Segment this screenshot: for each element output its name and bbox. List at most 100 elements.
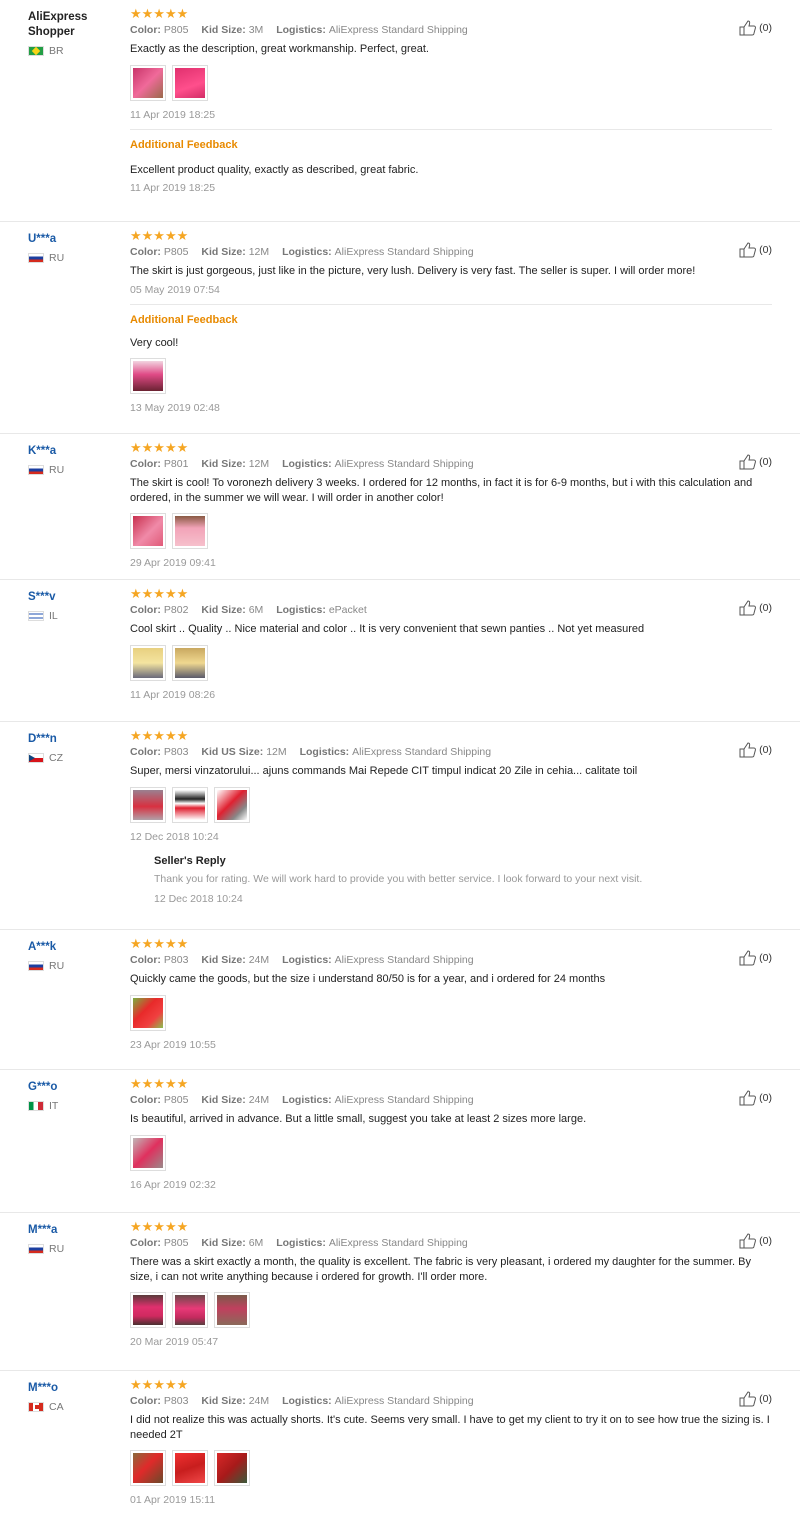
review-photo[interactable] (214, 1292, 250, 1328)
helpful-count: (0) (759, 1235, 772, 1247)
feedback-photos (130, 358, 772, 394)
review-item: AliExpress Shopper BR ★★★★★ Color: P805 K… (0, 0, 800, 222)
review-text: Is beautiful, arrived in advance. But a … (130, 1113, 587, 1125)
review-photo[interactable] (172, 64, 208, 101)
review-item: S***v IL ★★★★★ Color: P802 Kid Size: 6M Lo… (0, 580, 800, 722)
reviewer-country: BR (28, 45, 123, 57)
additional-feedback-title: Additional Feedback (130, 138, 238, 151)
reviewer-country: RU (28, 1243, 123, 1255)
size-label: Kid Size: (201, 604, 246, 616)
review-photo[interactable] (172, 513, 208, 549)
review-photo[interactable] (130, 786, 166, 823)
helpful-button[interactable]: (0) (739, 950, 772, 966)
helpful-button[interactable]: (0) (739, 600, 772, 616)
reviewer-name: M***a (28, 1224, 58, 1236)
size-value: 12M (266, 746, 287, 758)
reviewer-country: RU (28, 464, 123, 476)
reviewer-country: IT (28, 1100, 123, 1112)
size-label: Kid Size: (201, 1094, 246, 1106)
review-photo[interactable] (172, 1292, 208, 1328)
helpful-button[interactable]: (0) (739, 742, 772, 758)
additional-feedback-date: 11 Apr 2019 18:25 (130, 182, 216, 194)
reviewer-name: U***a (28, 233, 57, 245)
review-photo[interactable] (172, 1450, 208, 1486)
review-photo[interactable] (172, 644, 208, 681)
review-item: D***n CZ ★★★★★ Color: P803 Kid US Size: 12… (0, 722, 800, 930)
logistics-value: AliExpress Standard Shipping (352, 746, 492, 758)
helpful-button[interactable]: (0) (739, 242, 772, 258)
review-photo[interactable] (172, 786, 208, 823)
review-item: M***a RU ★★★★★ Color: P805 Kid Size: 6M Lo… (0, 1213, 800, 1371)
review-attributes: Color: P805 Kid Size: 3M Logistics: AliExpr… (130, 24, 772, 36)
logistics-label: Logistics: (282, 246, 332, 258)
star-rating: ★★★★★ (130, 728, 189, 743)
review-text: Quickly came the goods, but the size i u… (130, 973, 606, 985)
size-value: 12M (248, 246, 270, 258)
color-label: Color: (130, 746, 161, 758)
reviewer-info: A***k RU (28, 940, 123, 972)
review-date: 12 Dec 2018 10:24 (130, 830, 219, 843)
review-attributes: Color: P805 Kid Size: 6M Logistics: AliExpr… (130, 1237, 772, 1249)
reviewer-name: G***o (28, 1081, 58, 1093)
country-code: BR (49, 45, 64, 57)
review-photo[interactable] (130, 513, 166, 549)
size-value: 24M (248, 954, 270, 966)
review-date: 29 Apr 2019 09:41 (130, 557, 216, 569)
review-date: 01 Apr 2019 15:11 (130, 1494, 216, 1506)
color-value: P801 (163, 458, 189, 470)
helpful-count: (0) (759, 244, 772, 256)
reviewer-info: G***o IT (28, 1080, 123, 1112)
color-value: P805 (163, 1094, 189, 1106)
country-code: CZ (49, 752, 63, 764)
country-code: IL (49, 610, 58, 622)
review-photo[interactable] (130, 358, 166, 394)
review-photo[interactable] (130, 994, 166, 1031)
reviewer-country: CA (28, 1401, 123, 1413)
star-rating: ★★★★★ (130, 228, 189, 243)
logistics-label: Logistics: (282, 458, 332, 470)
thumbs-up-icon (739, 20, 757, 36)
review-photos (130, 644, 772, 681)
helpful-count: (0) (759, 602, 772, 614)
reviewer-name: A***k (28, 941, 57, 953)
reviewer-name: D***n (28, 733, 57, 745)
helpful-button[interactable]: (0) (739, 1391, 772, 1407)
review-item: U***a RU ★★★★★ Color: P805 Kid Size: 12M L… (0, 222, 800, 434)
helpful-button[interactable]: (0) (739, 20, 772, 36)
review-photos (130, 513, 772, 549)
review-attributes: Color: P803 Kid Size: 24M Logistics: AliExp… (130, 1395, 772, 1407)
review-photo[interactable] (130, 1292, 166, 1328)
size-value: 3M (248, 24, 264, 36)
flag-ru-icon (28, 465, 44, 475)
logistics-label: Logistics: (276, 24, 326, 36)
review-photos (130, 64, 772, 101)
review-photos (130, 786, 772, 823)
review-attributes: Color: P802 Kid Size: 6M Logistics: ePacket (130, 604, 772, 616)
review-photo[interactable] (214, 786, 250, 823)
review-photo[interactable] (130, 1134, 166, 1171)
helpful-count: (0) (759, 1393, 772, 1405)
color-label: Color: (130, 458, 161, 470)
reviewer-info: D***n CZ (28, 732, 123, 764)
color-value: P803 (163, 746, 189, 758)
color-label: Color: (130, 1395, 161, 1407)
review-text: Exactly as the description, great workma… (130, 43, 429, 55)
color-value: P802 (163, 604, 189, 616)
helpful-count: (0) (759, 1092, 772, 1104)
review-attributes: Color: P805 Kid Size: 12M Logistics: AliExp… (130, 246, 772, 258)
reviewer-name: K***a (28, 445, 57, 457)
helpful-button[interactable]: (0) (739, 1090, 772, 1106)
helpful-button[interactable]: (0) (739, 454, 772, 470)
logistics-value: ePacket (328, 604, 367, 616)
helpful-button[interactable]: (0) (739, 1233, 772, 1249)
review-photo[interactable] (130, 64, 166, 101)
review-photos (130, 994, 772, 1031)
review-photo[interactable] (130, 644, 166, 681)
review-photo[interactable] (130, 1450, 166, 1486)
review-photos (130, 1292, 772, 1328)
logistics-label: Logistics: (282, 1395, 332, 1407)
color-value: P805 (163, 1237, 189, 1249)
review-photo[interactable] (214, 1450, 250, 1486)
star-rating: ★★★★★ (130, 936, 189, 951)
thumbs-up-icon (739, 242, 757, 258)
